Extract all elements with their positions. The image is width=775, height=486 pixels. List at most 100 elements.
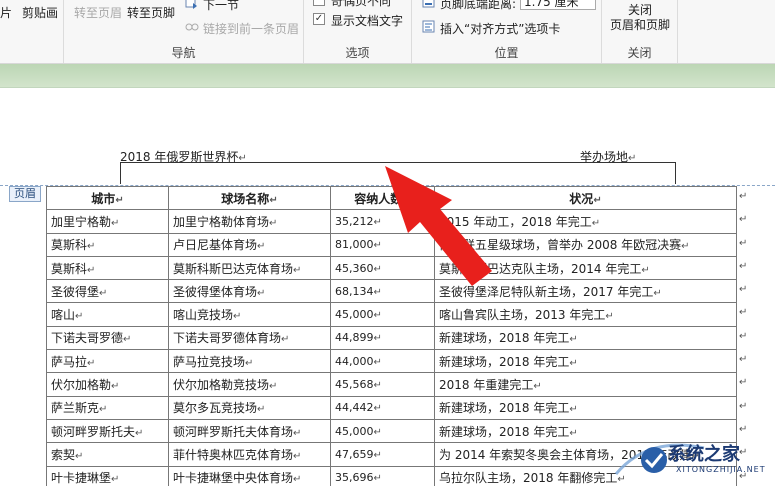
cell-capacity[interactable]: 35,212↵ (330, 209, 435, 234)
row-end-mark: ↵ (739, 261, 748, 272)
cell-capacity[interactable]: 44,000↵ (330, 349, 435, 374)
ruler-band (0, 64, 775, 88)
table-header-row: 城市↵ 球场名称↵ 容纳人数↵ 状况↵ (46, 185, 737, 211)
cell-city[interactable]: 萨马拉↵ (46, 349, 169, 374)
position-group-label: 位置 (494, 46, 519, 60)
footer-distance-spinner[interactable]: 1.75 厘米 (520, 0, 596, 10)
watermark-brand: 系统之家 (668, 444, 740, 465)
cell-capacity[interactable]: 45,000↵ (330, 418, 435, 444)
cell-capacity[interactable]: 68,134↵ (330, 279, 435, 304)
cell-capacity[interactable]: 35,696↵ (330, 465, 435, 486)
cell-capacity[interactable]: 45,000↵ (330, 302, 435, 327)
cell-stadium[interactable]: 卢日尼基体育场↵ (168, 232, 331, 257)
cell-stadium[interactable]: 叶卡捷琳堡中央体育场↵ (168, 465, 331, 486)
options-group-label: 选项 (345, 46, 370, 60)
cell-city[interactable]: 莫斯科↵ (46, 255, 169, 281)
cell-stadium[interactable]: 圣彼得堡体育场↵ (168, 279, 331, 304)
cell-capacity[interactable]: 44,899↵ (330, 325, 435, 351)
column-header-status[interactable]: 状况↵ (434, 185, 737, 211)
cell-stadium[interactable]: 喀山竞技场↵ (168, 302, 331, 327)
cell-city[interactable]: 下诺夫哥罗德↵ (46, 325, 169, 351)
cell-city[interactable]: 加里宁格勒↵ (46, 209, 169, 234)
footer-distance-label: 页脚底端距离: (440, 0, 517, 11)
show-doc-text-checkbox[interactable]: ✓ (313, 13, 325, 25)
cell-city[interactable]: 叶卡捷琳堡↵ (46, 465, 169, 486)
goto-footer-button[interactable]: 转至页脚 (127, 4, 175, 21)
cell-status[interactable]: 2018 年重建完工↵ (434, 372, 737, 397)
cell-status[interactable]: 2015 年动工，2018 年完工↵ (434, 209, 737, 234)
cell-status[interactable]: 喀山鲁宾队主场，2013 年完工↵ (434, 302, 737, 327)
cell-city[interactable]: 莫斯科↵ (46, 232, 169, 257)
ribbon-group-close: 关闭 页眉和页脚 关闭 (602, 0, 678, 63)
cell-stadium[interactable]: 加里宁格勒体育场↵ (168, 209, 331, 234)
next-section-button[interactable]: 下一节 (203, 0, 239, 13)
footer-distance-icon (422, 0, 435, 8)
cell-stadium[interactable]: 顿河畔罗斯托夫体育场↵ (168, 418, 331, 444)
cell-stadium[interactable]: 萨马拉竞技场↵ (168, 349, 331, 374)
cell-city[interactable]: 索契↵ (46, 442, 169, 467)
row-end-mark: ↵ (739, 284, 748, 295)
cell-capacity[interactable]: 81,000↵ (330, 232, 435, 257)
row-end-mark: ↵ (739, 354, 748, 365)
cell-status[interactable]: 新建球场，2018 年完工↵ (434, 395, 737, 420)
header-tag: 页眉 (9, 186, 41, 202)
clip-art-button[interactable]: 剪贴画 (22, 4, 58, 21)
cell-city[interactable]: 圣彼得堡↵ (46, 279, 169, 304)
ribbon-group-insert: 片 剪贴画 (0, 0, 64, 63)
close-label-line1: 关闭 (627, 3, 652, 17)
row-end-mark: ↵ (739, 238, 748, 249)
cell-stadium[interactable]: 莫斯科斯巴达克体育场↵ (168, 255, 331, 281)
watermark-url: XITONGZHIJIA.NET (676, 465, 766, 474)
table-row: 喀山↵ 喀山竞技场↵ 45,000↵ 喀山鲁宾队主场，2013 年完工↵ (46, 302, 737, 327)
cell-stadium[interactable]: 下诺夫哥罗德体育场↵ (168, 325, 331, 351)
insert-align-tab-button[interactable]: 插入“对齐方式”选项卡 (440, 20, 560, 37)
link-previous-icon (185, 23, 199, 31)
column-header-stadium[interactable]: 球场名称↵ (168, 185, 331, 211)
show-doc-text-label: 显示文档文字 (331, 14, 404, 28)
next-section-icon (185, 0, 197, 9)
cell-city[interactable]: 伏尔加格勒↵ (46, 372, 169, 397)
cell-status[interactable]: 新建球场，2018 年完工↵ (434, 325, 737, 351)
table-row: 莫斯科↵ 莫斯科斯巴达克体育场↵ 45,360↵ 莫斯科斯巴达克队主场，2014 年完… (46, 255, 737, 281)
cell-status[interactable]: 圣彼得堡泽尼特队新主场，2017 年完工↵ (434, 279, 737, 304)
cell-capacity[interactable]: 45,568↵ (330, 372, 435, 397)
ribbon: 片 剪贴画 转至页眉 转至页脚 下一节 链接到前一条页眉 导航 奇偶页不同 ✓ … (0, 0, 775, 64)
column-header-capacity[interactable]: 容纳人数↵ (330, 185, 435, 211)
row-end-mark: ↵ (739, 377, 748, 388)
navigation-group-label: 导航 (171, 46, 196, 60)
table-row: 莫斯科↵ 卢日尼基体育场↵ 81,000↵ 俄足联五星级球场，曾举办 2008 年欧冠… (46, 232, 737, 257)
cell-stadium[interactable]: 菲什特奥林匹克体育场↵ (168, 442, 331, 467)
close-header-footer-button[interactable]: 关闭 页眉和页脚 (602, 3, 678, 33)
cell-stadium[interactable]: 伏尔加格勒竞技场↵ (168, 372, 331, 397)
row-end-mark: ↵ (739, 214, 748, 225)
cell-capacity[interactable]: 45,360↵ (330, 255, 435, 281)
cell-status[interactable]: 莫斯科斯巴达克队主场，2014 年完工↵ (434, 255, 737, 281)
column-header-city[interactable]: 城市↵ (46, 185, 169, 211)
clipboard-partial-label[interactable]: 片 (0, 4, 12, 21)
ribbon-group-options: 奇偶页不同 ✓ 显示文档文字 选项 (304, 0, 412, 63)
cell-city[interactable]: 顿河畔罗斯托夫↵ (46, 418, 169, 444)
header-box (120, 162, 676, 184)
row-end-mark: ↵ (739, 191, 748, 202)
cell-status[interactable]: 俄足联五星级球场，曾举办 2008 年欧冠决赛↵ (434, 232, 737, 257)
ribbon-group-navigation: 转至页眉 转至页脚 下一节 链接到前一条页眉 导航 (64, 0, 304, 63)
table-row: 伏尔加格勒↵ 伏尔加格勒竞技场↵ 45,568↵ 2018 年重建完工↵ (46, 372, 737, 397)
close-group-label: 关闭 (627, 46, 652, 60)
cell-city[interactable]: 喀山↵ (46, 302, 169, 327)
insert-align-tab-icon (422, 20, 435, 33)
close-label-line2: 页眉和页脚 (609, 18, 670, 32)
cell-city[interactable]: 萨兰斯克↵ (46, 395, 169, 420)
table-row: 萨兰斯克↵ 莫尔多瓦竞技场↵ 44,442↵ 新建球场，2018 年完工↵ (46, 395, 737, 420)
row-end-mark: ↵ (739, 401, 748, 412)
cell-capacity[interactable]: 44,442↵ (330, 395, 435, 420)
odd-even-checkbox[interactable] (313, 0, 325, 6)
link-previous-button[interactable]: 链接到前一条页眉 (203, 20, 299, 37)
ribbon-group-position: 页脚底端距离: 1.75 厘米 插入“对齐方式”选项卡 位置 (412, 0, 602, 63)
cell-stadium[interactable]: 莫尔多瓦竞技场↵ (168, 395, 331, 420)
goto-header-button[interactable]: 转至页眉 (74, 4, 122, 21)
cell-capacity[interactable]: 47,659↵ (330, 442, 435, 467)
table-row: 萨马拉↵ 萨马拉竞技场↵ 44,000↵ 新建球场，2018 年完工↵ (46, 349, 737, 374)
cell-status[interactable]: 新建球场，2018 年完工↵ (434, 349, 737, 374)
row-end-mark: ↵ (739, 331, 748, 342)
table-row: 下诺夫哥罗德↵ 下诺夫哥罗德体育场↵ 44,899↵ 新建球场，2018 年完工↵ (46, 325, 737, 351)
